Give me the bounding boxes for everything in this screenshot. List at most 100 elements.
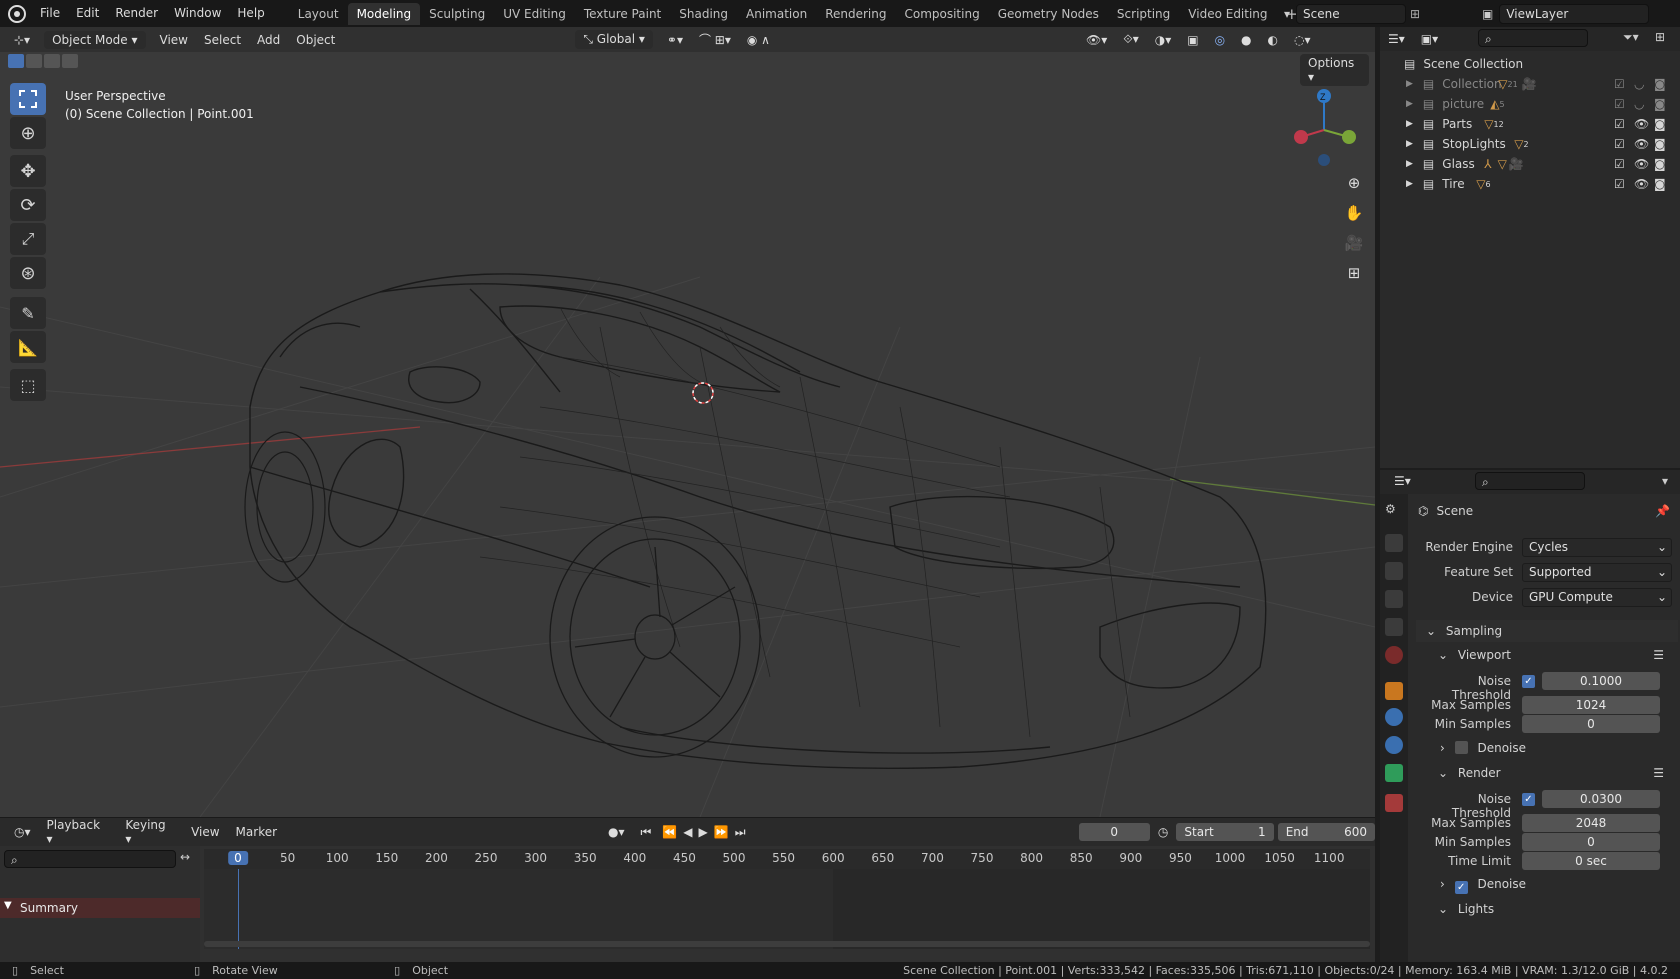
texture-tab-icon[interactable]	[1385, 794, 1403, 812]
expand-icon[interactable]: ▶	[1406, 79, 1413, 89]
lights-subpanel-header[interactable]: ⌄ Lights	[1430, 898, 1676, 920]
exclude-checkbox[interactable]: ☑	[1614, 117, 1625, 131]
render-tab-icon[interactable]	[1385, 534, 1403, 552]
list-icon[interactable]: ☰	[1653, 644, 1664, 666]
pivot-icon[interactable]: ⚭▾	[659, 33, 691, 47]
shading-wireframe-icon[interactable]: ◎	[1207, 33, 1233, 47]
outliner-search-input[interactable]: ⌕	[1478, 29, 1588, 47]
menu-render[interactable]: Render	[107, 0, 166, 27]
tool-tab-icon[interactable]: ⚙	[1385, 502, 1403, 520]
timeline-scrollbar[interactable]	[204, 941, 1370, 947]
menu-select[interactable]: Select	[196, 33, 249, 47]
menu-window[interactable]: Window	[166, 0, 229, 27]
device-dropdown[interactable]: GPU Compute ⌄	[1522, 588, 1672, 607]
outliner-item-picture[interactable]: ▶ ▤ picture ◭ 5 ☑ ◡ ◙	[1380, 94, 1680, 114]
zoom-icon[interactable]: ⊕	[1340, 169, 1368, 197]
properties-search-input[interactable]: ⌕	[1475, 472, 1585, 490]
mode-dropdown[interactable]: Object Mode ▾	[44, 30, 146, 49]
vp-denoise-row[interactable]: › Denoise	[1440, 738, 1526, 758]
tool-measure[interactable]: 📐	[10, 331, 46, 363]
xray-icon[interactable]: ▣	[1179, 33, 1206, 47]
filter-icon[interactable]: ⏷▾	[1623, 30, 1639, 45]
exclude-checkbox[interactable]: ☑	[1614, 137, 1625, 151]
3d-cursor-icon[interactable]	[692, 382, 714, 404]
tool-scale[interactable]: ⤢	[10, 223, 46, 255]
next-key-icon[interactable]: ⏩	[711, 825, 732, 839]
sampling-panel-header[interactable]: ⌄ Sampling	[1416, 620, 1678, 642]
expand-icon[interactable]: ▶	[1406, 139, 1413, 149]
viewlayer-selector[interactable]: ▣ ViewLayer	[1482, 3, 1677, 24]
outliner-item-glass[interactable]: ▶ ▤ Glass ⅄ ▽ 🎥 ☑ 👁 ◙	[1380, 154, 1680, 174]
timeline-editor-type-icon[interactable]: ◷▾	[6, 825, 39, 839]
tool-select-box[interactable]	[10, 83, 46, 115]
output-tab-icon[interactable]	[1385, 562, 1403, 580]
options-dropdown[interactable]: Options ▾	[1300, 54, 1369, 86]
vp-denoise-checkbox[interactable]	[1454, 741, 1468, 754]
r-min-samples-field[interactable]: 0	[1522, 833, 1660, 851]
world-tab-icon[interactable]	[1385, 646, 1403, 664]
ortho-grid-icon[interactable]: ⊞	[1340, 259, 1368, 287]
select-extend-icon[interactable]	[26, 54, 42, 68]
new-collection-icon[interactable]: ⊞	[1655, 30, 1665, 44]
scene-collection-row[interactable]: ▤ Scene Collection	[1380, 54, 1680, 74]
menu-object[interactable]: Object	[288, 33, 343, 47]
menu-playback[interactable]: Playback ▾	[39, 818, 118, 846]
outliner-item-tire[interactable]: ▶ ▤ Tire ▽ 6 ☑ 👁 ◙	[1380, 174, 1680, 194]
tool-annotate[interactable]: ✎	[10, 297, 46, 329]
visibility-eye-icon[interactable]: 👁	[1634, 177, 1649, 191]
outliner-editor-type-icon[interactable]: ☰▾	[1380, 32, 1413, 46]
viewlayer-name-field[interactable]: ViewLayer	[1499, 3, 1650, 24]
exclude-checkbox[interactable]: ☑	[1614, 77, 1625, 91]
channel-search-input[interactable]: ⌕	[4, 850, 176, 868]
list-icon[interactable]: ☰	[1653, 762, 1664, 784]
tab-sculpting[interactable]: Sculpting	[420, 3, 494, 25]
snap-icon[interactable]: ⌒ ⊞▾	[691, 31, 739, 48]
menu-keying[interactable]: Keying ▾	[117, 818, 183, 846]
menu-add[interactable]: Add	[249, 33, 288, 47]
summary-channel[interactable]: Summary	[0, 898, 200, 918]
scene-name-field[interactable]: Scene	[1296, 3, 1407, 24]
properties-editor-type-icon[interactable]: ☰▾	[1386, 474, 1419, 488]
properties-options-icon[interactable]: ▾	[1662, 474, 1668, 488]
pin-icon[interactable]: ⊞	[1410, 7, 1420, 21]
tab-compositing[interactable]: Compositing	[895, 3, 988, 25]
scene-tab-icon[interactable]	[1385, 618, 1403, 636]
select-subtract-icon[interactable]	[44, 54, 60, 68]
timeline-menu-view[interactable]: View	[183, 825, 227, 839]
viewport-subpanel-header[interactable]: ⌄ Viewport ☰	[1430, 644, 1676, 666]
expand-icon[interactable]: ▶	[1406, 159, 1413, 169]
tab-uv-editing[interactable]: UV Editing	[494, 3, 575, 25]
menu-marker[interactable]: Marker	[228, 825, 285, 839]
frame-ruler[interactable]: 0 50 100 150 200 250 300 350 400 450 500…	[204, 849, 1370, 869]
render-camera-icon[interactable]: ◙	[1654, 137, 1666, 151]
object-tab-icon[interactable]	[1385, 682, 1403, 700]
expand-icon[interactable]: ▶	[1406, 119, 1413, 129]
render-camera-icon[interactable]: ◙	[1654, 157, 1666, 171]
start-frame-field[interactable]: Start 1	[1176, 823, 1274, 841]
playhead-line[interactable]	[238, 869, 239, 949]
visibility-eye-icon[interactable]: 👁	[1634, 157, 1649, 171]
exclude-checkbox[interactable]: ☑	[1614, 157, 1625, 171]
jump-start-icon[interactable]: ⏮	[633, 825, 660, 840]
current-frame-field[interactable]: 0	[1078, 823, 1150, 841]
visibility-icon[interactable]: 👁▾	[1078, 33, 1115, 47]
modifiers-tab-icon[interactable]	[1385, 708, 1403, 726]
shading-solid-icon[interactable]: ●	[1233, 33, 1259, 47]
tab-layout[interactable]: Layout	[289, 3, 348, 25]
blender-logo-icon[interactable]	[8, 4, 26, 23]
tool-add-cube[interactable]: ⬚	[10, 369, 46, 401]
outliner-item-parts[interactable]: ▶ ▤ Parts ▽ 12 ☑ 👁 ◙	[1380, 114, 1680, 134]
vp-min-samples-field[interactable]: 0	[1522, 715, 1660, 733]
r-noise-threshold-field[interactable]: 0.0300	[1542, 790, 1660, 808]
constraints-tab-icon[interactable]	[1385, 736, 1403, 754]
keyframe-tracks[interactable]	[204, 869, 1370, 949]
tab-scripting[interactable]: Scripting	[1108, 3, 1179, 25]
vp-noise-threshold-checkbox[interactable]: ✓	[1522, 675, 1535, 688]
channel-sync-icon[interactable]: ↔	[180, 850, 190, 864]
menu-edit[interactable]: Edit	[68, 0, 107, 27]
feature-set-dropdown[interactable]: Supported ⌄	[1522, 563, 1672, 582]
menu-view[interactable]: View	[152, 33, 196, 47]
clock-icon[interactable]: ◷	[1150, 825, 1176, 839]
transform-orientation-dropdown[interactable]: ⤡ Global ▾	[575, 30, 653, 49]
menu-help[interactable]: Help	[229, 0, 272, 27]
